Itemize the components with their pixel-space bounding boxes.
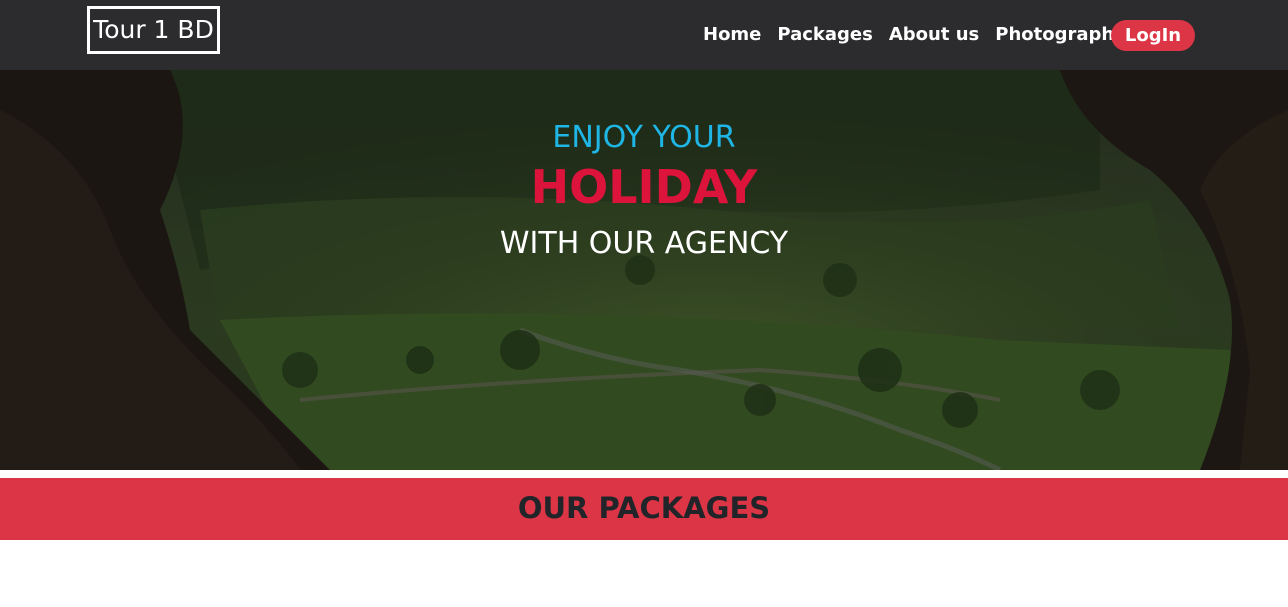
nav-link-home[interactable]: Home	[703, 22, 761, 48]
packages-title: OUR PACKAGES	[517, 491, 771, 525]
packages-banner: OUR PACKAGES	[0, 478, 1288, 540]
login-button[interactable]: LogIn	[1111, 20, 1195, 51]
hero-line-holiday: HOLIDAY	[530, 160, 758, 214]
nav-links: Home Packages About us Photograph	[703, 22, 1114, 48]
hero-section: ENJOY YOUR HOLIDAY WITH OUR AGENCY	[0, 70, 1288, 470]
hero-line-enjoy: ENJOY YOUR	[552, 120, 736, 155]
navbar: Tour 1 BD Home Packages About us Photogr…	[0, 0, 1288, 70]
nav-link-about-us[interactable]: About us	[889, 22, 979, 48]
nav-link-photograph[interactable]: Photograph	[995, 22, 1114, 48]
nav-link-packages[interactable]: Packages	[777, 22, 872, 48]
brand-logo[interactable]: Tour 1 BD	[87, 6, 220, 54]
hero-line-agency: WITH OUR AGENCY	[499, 226, 789, 261]
